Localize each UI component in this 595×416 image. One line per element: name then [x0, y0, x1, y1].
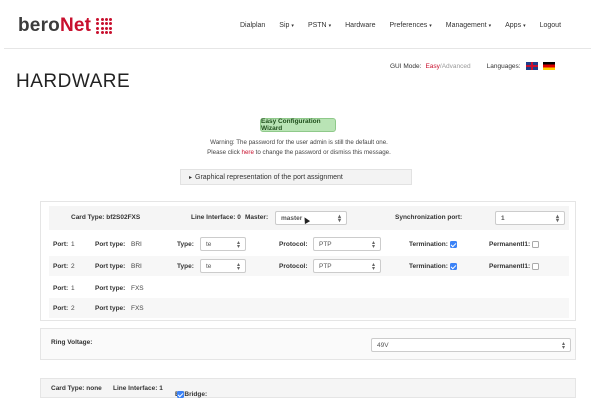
nav-apps[interactable]: Apps ▾	[505, 22, 525, 29]
fxs-port-row: Port: 2 Port type: FXS	[49, 298, 569, 318]
caret-down-icon: ▾	[488, 23, 492, 29]
easy-config-wizard-button[interactable]: Easy Configuration Wizard	[260, 118, 336, 132]
gui-mode-switch: GUI Mode: Easy / Advanced Languages:	[390, 62, 555, 70]
nav-hardware[interactable]: Hardware	[345, 22, 375, 29]
nav-dialplan[interactable]: Dialplan	[240, 22, 265, 29]
browser-frame: beroNet Dialplan Sip ▾ PSTN ▾ Hardware Pre…	[4, 4, 591, 412]
logo-dots-icon	[96, 17, 113, 35]
permanent-l1-checkbox[interactable]	[532, 241, 540, 248]
nav-preferences[interactable]: Preferences ▾	[389, 22, 431, 29]
master-select[interactable]: master ▴ ▾	[275, 211, 347, 225]
nav-management[interactable]: Management ▾	[446, 22, 491, 29]
logo-text-net: Net	[59, 15, 92, 36]
nav-pstn[interactable]: PSTN ▾	[308, 22, 331, 29]
port-row: Port: 2 Port type: BRI Type: te ▴ ▾ Protoc…	[49, 256, 569, 276]
page-title: HARDWARE	[16, 71, 131, 92]
select-arrows-icon: ▴ ▾	[236, 240, 240, 250]
german-flag-icon[interactable]	[542, 62, 555, 70]
select-arrows-icon: ▴ ▾	[337, 214, 341, 224]
languages: Languages:	[487, 62, 555, 70]
termination-checkbox[interactable]	[449, 263, 457, 270]
permanent-l1-checkbox[interactable]	[532, 263, 540, 270]
termination-checkbox[interactable]	[449, 241, 457, 248]
card2-header: Card Type: none Line Interface: 1 BNBrid…	[40, 378, 576, 398]
password-warning: Warning: The password for the user admin…	[207, 139, 391, 156]
caret-down-icon: ▾	[291, 23, 294, 29]
protocol-select[interactable]: PTP ▴ ▾	[313, 237, 381, 251]
main-nav: Dialplan Sip ▾ PSTN ▾ Hardware Preferences…	[240, 22, 575, 29]
caret-down-icon: ▾	[523, 23, 526, 29]
nav-sip[interactable]: Sip ▾	[279, 22, 294, 29]
select-arrows-icon: ▴ ▾	[371, 240, 375, 250]
type-select[interactable]: te ▴ ▾	[200, 237, 246, 251]
logo-text-bero: bero	[18, 15, 60, 36]
sync-port-select[interactable]: 1 ▴ ▾	[495, 211, 565, 225]
ring-voltage-label: Ring Voltage:	[51, 339, 93, 346]
select-arrows-icon: ▴ ▾	[561, 341, 565, 351]
beronet-logo[interactable]: beroNet	[18, 15, 113, 37]
nav-logout[interactable]: Logout	[540, 22, 561, 29]
type-select[interactable]: te ▴ ▾	[200, 259, 246, 273]
caret-down-icon: ▾	[429, 23, 432, 29]
gui-mode-easy-link[interactable]: Easy	[425, 63, 439, 70]
ring-voltage-panel: Ring Voltage: 49V ▴ ▾	[40, 328, 576, 360]
chevron-right-icon: ▸	[189, 174, 193, 181]
uk-flag-icon[interactable]	[525, 62, 538, 70]
port-row: Port: 1 Port type: BRI Type: te ▴ ▾ Protoc…	[49, 234, 569, 254]
protocol-select[interactable]: PTP ▴ ▾	[313, 259, 381, 273]
port-assignment-accordion[interactable]: ▸ Graphical representation of the port a…	[180, 169, 412, 185]
gui-mode-advanced-link[interactable]: Advanced	[442, 63, 471, 70]
select-arrows-icon: ▴ ▾	[555, 214, 559, 224]
card-header: Card Type: bf2S02FXS Line Interface: 0 M…	[49, 206, 569, 230]
fxs-port-row: Port: 1 Port type: FXS	[53, 285, 144, 292]
caret-down-icon: ▾	[328, 23, 332, 29]
bnbridge-checkbox[interactable]	[177, 391, 184, 398]
select-arrows-icon: ▴ ▾	[371, 262, 375, 272]
change-password-link[interactable]: here	[242, 149, 254, 156]
header-divider	[4, 48, 591, 49]
select-arrows-icon: ▴ ▾	[236, 262, 240, 272]
ring-voltage-select[interactable]: 49V ▴ ▾	[371, 338, 571, 352]
